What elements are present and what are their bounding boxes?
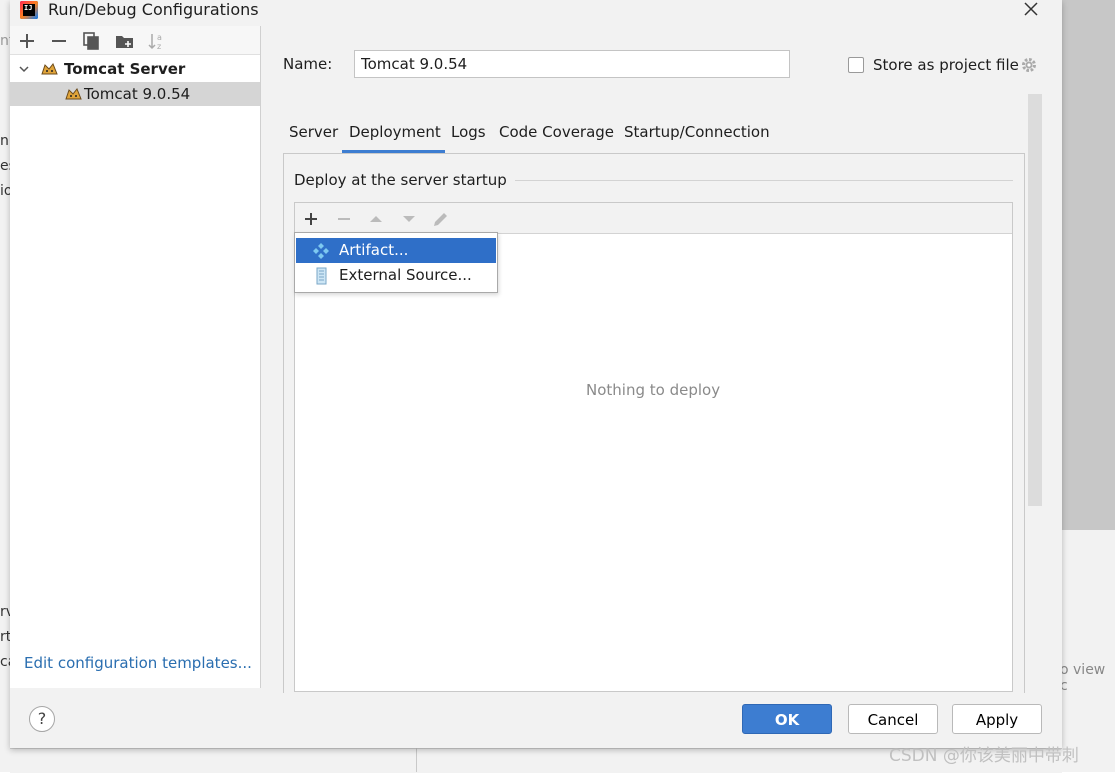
background-divider bbox=[416, 748, 417, 772]
deployment-toolbar bbox=[295, 203, 1012, 234]
configurations-tree-panel: a z Tomcat Server Tomcat 9.0.54 Edit con… bbox=[10, 26, 261, 688]
artifact-icon bbox=[313, 243, 329, 259]
triangle-down-icon bbox=[403, 216, 415, 222]
tree-node-tomcat-server[interactable]: Tomcat Server bbox=[10, 57, 260, 81]
svg-text:z: z bbox=[157, 42, 161, 51]
intellij-app-icon: IJ bbox=[20, 1, 38, 19]
tab-startup-connection[interactable]: Startup/Connection bbox=[624, 123, 770, 141]
gear-icon[interactable] bbox=[1020, 56, 1038, 74]
add-configuration-button[interactable] bbox=[16, 30, 38, 52]
store-as-project-file-checkbox[interactable] bbox=[848, 57, 864, 73]
minus-icon bbox=[338, 218, 350, 220]
plus-icon bbox=[305, 213, 317, 225]
apply-button[interactable]: Apply bbox=[952, 704, 1042, 734]
copy-icon bbox=[83, 32, 99, 50]
section-separator bbox=[515, 180, 1013, 181]
menu-item-artifact[interactable]: Artifact... bbox=[296, 238, 496, 263]
triangle-up-icon bbox=[370, 216, 382, 222]
sort-alpha-icon: a z bbox=[148, 33, 162, 51]
background-fragment: o view c bbox=[1060, 662, 1106, 694]
window-title: Run/Debug Configurations bbox=[48, 0, 259, 19]
move-down-button[interactable] bbox=[398, 208, 420, 230]
ok-button[interactable]: OK bbox=[742, 704, 832, 734]
tree-node-label: Tomcat 9.0.54 bbox=[84, 85, 191, 103]
name-label: Name: bbox=[283, 55, 333, 73]
menu-item-label: Artifact... bbox=[339, 241, 409, 259]
vertical-scrollbar[interactable] bbox=[1028, 94, 1042, 506]
tab-deployment[interactable]: Deployment bbox=[349, 123, 441, 141]
edit-configuration-templates-link[interactable]: Edit configuration templates... bbox=[24, 654, 252, 672]
close-button[interactable] bbox=[1018, 0, 1044, 20]
deploy-section-title: Deploy at the server startup bbox=[294, 171, 507, 189]
minus-icon bbox=[52, 40, 66, 42]
cancel-button[interactable]: Cancel bbox=[848, 704, 938, 734]
tab-code-coverage[interactable]: Code Coverage bbox=[499, 123, 614, 141]
add-deployment-popup-menu: Artifact... External Source... bbox=[294, 232, 498, 293]
name-input[interactable] bbox=[354, 50, 790, 78]
tomcat-icon bbox=[41, 63, 58, 75]
store-as-project-file-label: Store as project file bbox=[873, 56, 1019, 74]
tab-logs[interactable]: Logs bbox=[451, 123, 486, 141]
tree-toolbar: a z bbox=[10, 26, 260, 55]
pencil-icon bbox=[434, 213, 447, 226]
tree-node-label: Tomcat Server bbox=[64, 60, 186, 78]
move-up-button[interactable] bbox=[365, 208, 387, 230]
menu-item-label: External Source... bbox=[339, 266, 472, 284]
empty-state-text: Nothing to deploy bbox=[586, 381, 721, 399]
title-bar[interactable]: IJ Run/Debug Configurations bbox=[10, 0, 1062, 24]
close-icon bbox=[1024, 2, 1038, 16]
tree-node-tomcat-config[interactable]: Tomcat 9.0.54 bbox=[10, 82, 260, 106]
run-debug-dialog: IJ Run/Debug Configurations a z Tomcat S… bbox=[10, 0, 1062, 748]
edit-deployment-button[interactable] bbox=[430, 208, 452, 230]
add-deployment-button[interactable] bbox=[300, 208, 322, 230]
plus-icon bbox=[20, 34, 34, 48]
svg-text:a: a bbox=[157, 33, 162, 42]
external-source-icon bbox=[316, 267, 327, 285]
copy-configuration-button[interactable] bbox=[80, 30, 102, 52]
background-ide-panel-lower bbox=[1062, 530, 1115, 772]
tomcat-icon bbox=[65, 88, 82, 100]
menu-item-external-source[interactable]: External Source... bbox=[296, 263, 496, 288]
chevron-down-icon bbox=[19, 66, 29, 73]
remove-deployment-button[interactable] bbox=[333, 208, 355, 230]
remove-configuration-button[interactable] bbox=[48, 30, 70, 52]
background-ide-panel bbox=[1062, 0, 1115, 530]
watermark: CSDN @你该美丽中带刺 bbox=[889, 746, 1079, 766]
sort-button[interactable]: a z bbox=[146, 30, 168, 52]
new-folder-button[interactable] bbox=[114, 30, 136, 52]
folder-plus-icon bbox=[116, 36, 133, 48]
tab-server[interactable]: Server bbox=[289, 123, 338, 141]
help-button[interactable]: ? bbox=[29, 706, 55, 732]
